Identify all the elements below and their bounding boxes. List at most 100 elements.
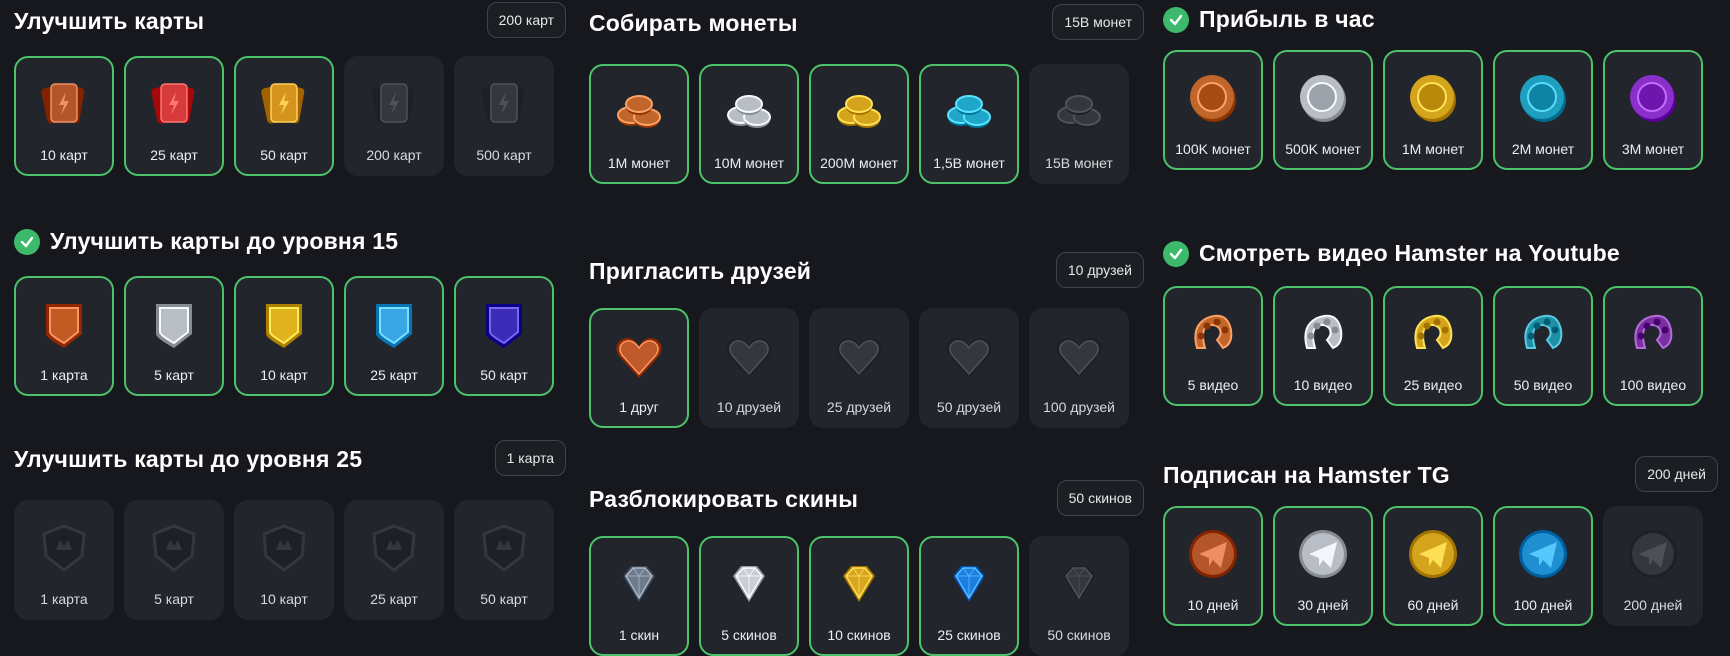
achievement-card[interactable]: 100 друзей bbox=[1029, 308, 1129, 428]
achievement-card[interactable]: 5 карт bbox=[124, 500, 224, 620]
achievement-card[interactable]: 1M монет bbox=[589, 64, 689, 184]
section-header: Подписан на Hamster TG 200 дней bbox=[1163, 456, 1718, 500]
horseshoe-reel-icon bbox=[1511, 302, 1575, 366]
achievement-card[interactable]: 25 карт bbox=[344, 276, 444, 396]
section-title: Прибыль в час bbox=[1163, 6, 1375, 33]
achievement-card[interactable]: 10 карт bbox=[234, 500, 334, 620]
achievement-label: 3M монет bbox=[1621, 141, 1685, 157]
achievement-label: 1 карта bbox=[40, 367, 88, 383]
shield-icon bbox=[472, 292, 536, 356]
heart-icon bbox=[1047, 324, 1111, 388]
achievement-label: 500 карт bbox=[476, 147, 532, 163]
achievement-label: 25 карт bbox=[370, 591, 418, 607]
section-title: Разблокировать скины bbox=[589, 486, 859, 512]
achievement-card[interactable]: 1 скин bbox=[589, 536, 689, 656]
achievement-label: 100 друзей bbox=[1043, 399, 1115, 415]
achievement-card[interactable]: 50 карт bbox=[234, 56, 334, 176]
playing-cards-icon bbox=[362, 72, 426, 136]
achievement-card[interactable]: 25 друзей bbox=[809, 308, 909, 428]
goal-badge: 10 друзей bbox=[1055, 252, 1144, 288]
achievement-card[interactable]: 60 дней bbox=[1383, 506, 1483, 626]
achievement-label: 50 видео bbox=[1513, 377, 1573, 393]
achievement-label: 1 скин bbox=[618, 627, 660, 643]
achievement-card[interactable]: 500K монет bbox=[1273, 50, 1373, 170]
achievement-label: 10 карт bbox=[260, 591, 308, 607]
achievement-card[interactable]: 50 скинов bbox=[1029, 536, 1129, 656]
achievement-card[interactable]: 1 карта bbox=[14, 500, 114, 620]
section-header: Прибыль в час bbox=[1163, 0, 1718, 44]
achievement-label: 25 друзей bbox=[826, 399, 892, 415]
achievement-card[interactable]: 15B монет bbox=[1029, 64, 1129, 184]
achievement-row: 1 друг 10 друзей 25 друзей 50 друзей 100… bbox=[589, 308, 1144, 428]
achievement-card[interactable]: 100K монет bbox=[1163, 50, 1263, 170]
achievement-card[interactable]: 25 видео bbox=[1383, 286, 1483, 406]
achievement-card[interactable]: 25 карт bbox=[344, 500, 444, 620]
achievement-card[interactable]: 1M монет bbox=[1383, 50, 1483, 170]
section-collect-coins: Собирать монеты 15B монет 1M монет 10M м… bbox=[589, 4, 1144, 184]
section-header: Смотреть видео Hamster на Youtube bbox=[1163, 234, 1718, 278]
achievement-card[interactable]: 10 видео bbox=[1273, 286, 1373, 406]
section-title: Смотреть видео Hamster на Youtube bbox=[1163, 240, 1620, 267]
achievement-card[interactable]: 5 видео bbox=[1163, 286, 1263, 406]
achievement-label: 10 скинов bbox=[827, 627, 891, 643]
achievement-label: 1 карта bbox=[40, 591, 88, 607]
achievement-card[interactable]: 100 видео bbox=[1603, 286, 1703, 406]
achievement-label: 100 видео bbox=[1619, 377, 1687, 393]
achievement-card[interactable]: 1,5B монет bbox=[919, 64, 1019, 184]
achievement-card[interactable]: 200 дней bbox=[1603, 506, 1703, 626]
achievement-card[interactable]: 1 карта bbox=[14, 276, 114, 396]
goal-badge: 15B монет bbox=[1052, 4, 1144, 40]
section-header: Улучшить карты до уровня 15 bbox=[14, 222, 566, 266]
achievement-label: 200M монет bbox=[820, 155, 898, 171]
achievement-label: 50 друзей bbox=[936, 399, 1002, 415]
horseshoe-reel-icon bbox=[1401, 302, 1465, 366]
playing-cards-icon bbox=[472, 72, 536, 136]
horseshoe-reel-icon bbox=[1621, 302, 1685, 366]
horseshoe-reel-icon bbox=[1181, 302, 1245, 366]
achievement-card[interactable]: 50 видео bbox=[1493, 286, 1593, 406]
achievement-card[interactable]: 500 карт bbox=[454, 56, 554, 176]
coin-stack-icon bbox=[937, 80, 1001, 144]
achievement-card[interactable]: 50 карт bbox=[454, 276, 554, 396]
section-header: Собирать монеты 15B монет bbox=[589, 4, 1144, 48]
goal-badge: 200 карт bbox=[486, 2, 566, 38]
achievement-card[interactable]: 10 карт bbox=[14, 56, 114, 176]
achievement-card[interactable]: 5 скинов bbox=[699, 536, 799, 656]
section-header: Улучшить карты 200 карт bbox=[14, 2, 566, 46]
achievement-card[interactable]: 2M монет bbox=[1493, 50, 1593, 170]
achievement-card[interactable]: 10 скинов bbox=[809, 536, 909, 656]
achievement-label: 10 друзей bbox=[716, 399, 782, 415]
achievement-card[interactable]: 50 друзей bbox=[919, 308, 1019, 428]
achievement-card[interactable]: 200 карт bbox=[344, 56, 444, 176]
achievement-card[interactable]: 30 дней bbox=[1273, 506, 1373, 626]
achievement-card[interactable]: 100 дней bbox=[1493, 506, 1593, 626]
achievement-label: 10 карт bbox=[260, 367, 308, 383]
achievement-card[interactable]: 1 друг bbox=[589, 308, 689, 428]
achievement-card[interactable]: 200M монет bbox=[809, 64, 909, 184]
emblem-icon bbox=[472, 516, 536, 580]
heart-icon bbox=[827, 324, 891, 388]
playing-cards-icon bbox=[142, 72, 206, 136]
achievement-card[interactable]: 10 карт bbox=[234, 276, 334, 396]
section-invite-friends: Пригласить друзей 10 друзей 1 друг 10 др… bbox=[589, 252, 1144, 428]
gem-icon bbox=[717, 552, 781, 616]
gem-icon bbox=[1047, 552, 1111, 616]
paper-plane-icon bbox=[1401, 522, 1465, 586]
achievement-row: 100K монет 500K монет 1M монет 2M монет bbox=[1163, 50, 1718, 170]
achievement-card[interactable]: 10 дней bbox=[1163, 506, 1263, 626]
coin-stack-icon bbox=[717, 80, 781, 144]
horseshoe-reel-icon bbox=[1291, 302, 1355, 366]
section-header: Разблокировать скины 50 скинов bbox=[589, 480, 1144, 524]
achievement-label: 50 карт bbox=[260, 147, 308, 163]
achievement-card[interactable]: 3M монет bbox=[1603, 50, 1703, 170]
achievement-card[interactable]: 25 карт bbox=[124, 56, 224, 176]
gem-icon bbox=[607, 552, 671, 616]
achievement-card[interactable]: 5 карт bbox=[124, 276, 224, 396]
achievement-card[interactable]: 10 друзей bbox=[699, 308, 799, 428]
section-title: Улучшить карты до уровня 15 bbox=[14, 228, 398, 255]
achievement-label: 10 карт bbox=[40, 147, 88, 163]
coin-icon bbox=[1621, 66, 1685, 130]
achievement-card[interactable]: 25 скинов bbox=[919, 536, 1019, 656]
achievement-card[interactable]: 50 карт bbox=[454, 500, 554, 620]
achievement-card[interactable]: 10M монет bbox=[699, 64, 799, 184]
